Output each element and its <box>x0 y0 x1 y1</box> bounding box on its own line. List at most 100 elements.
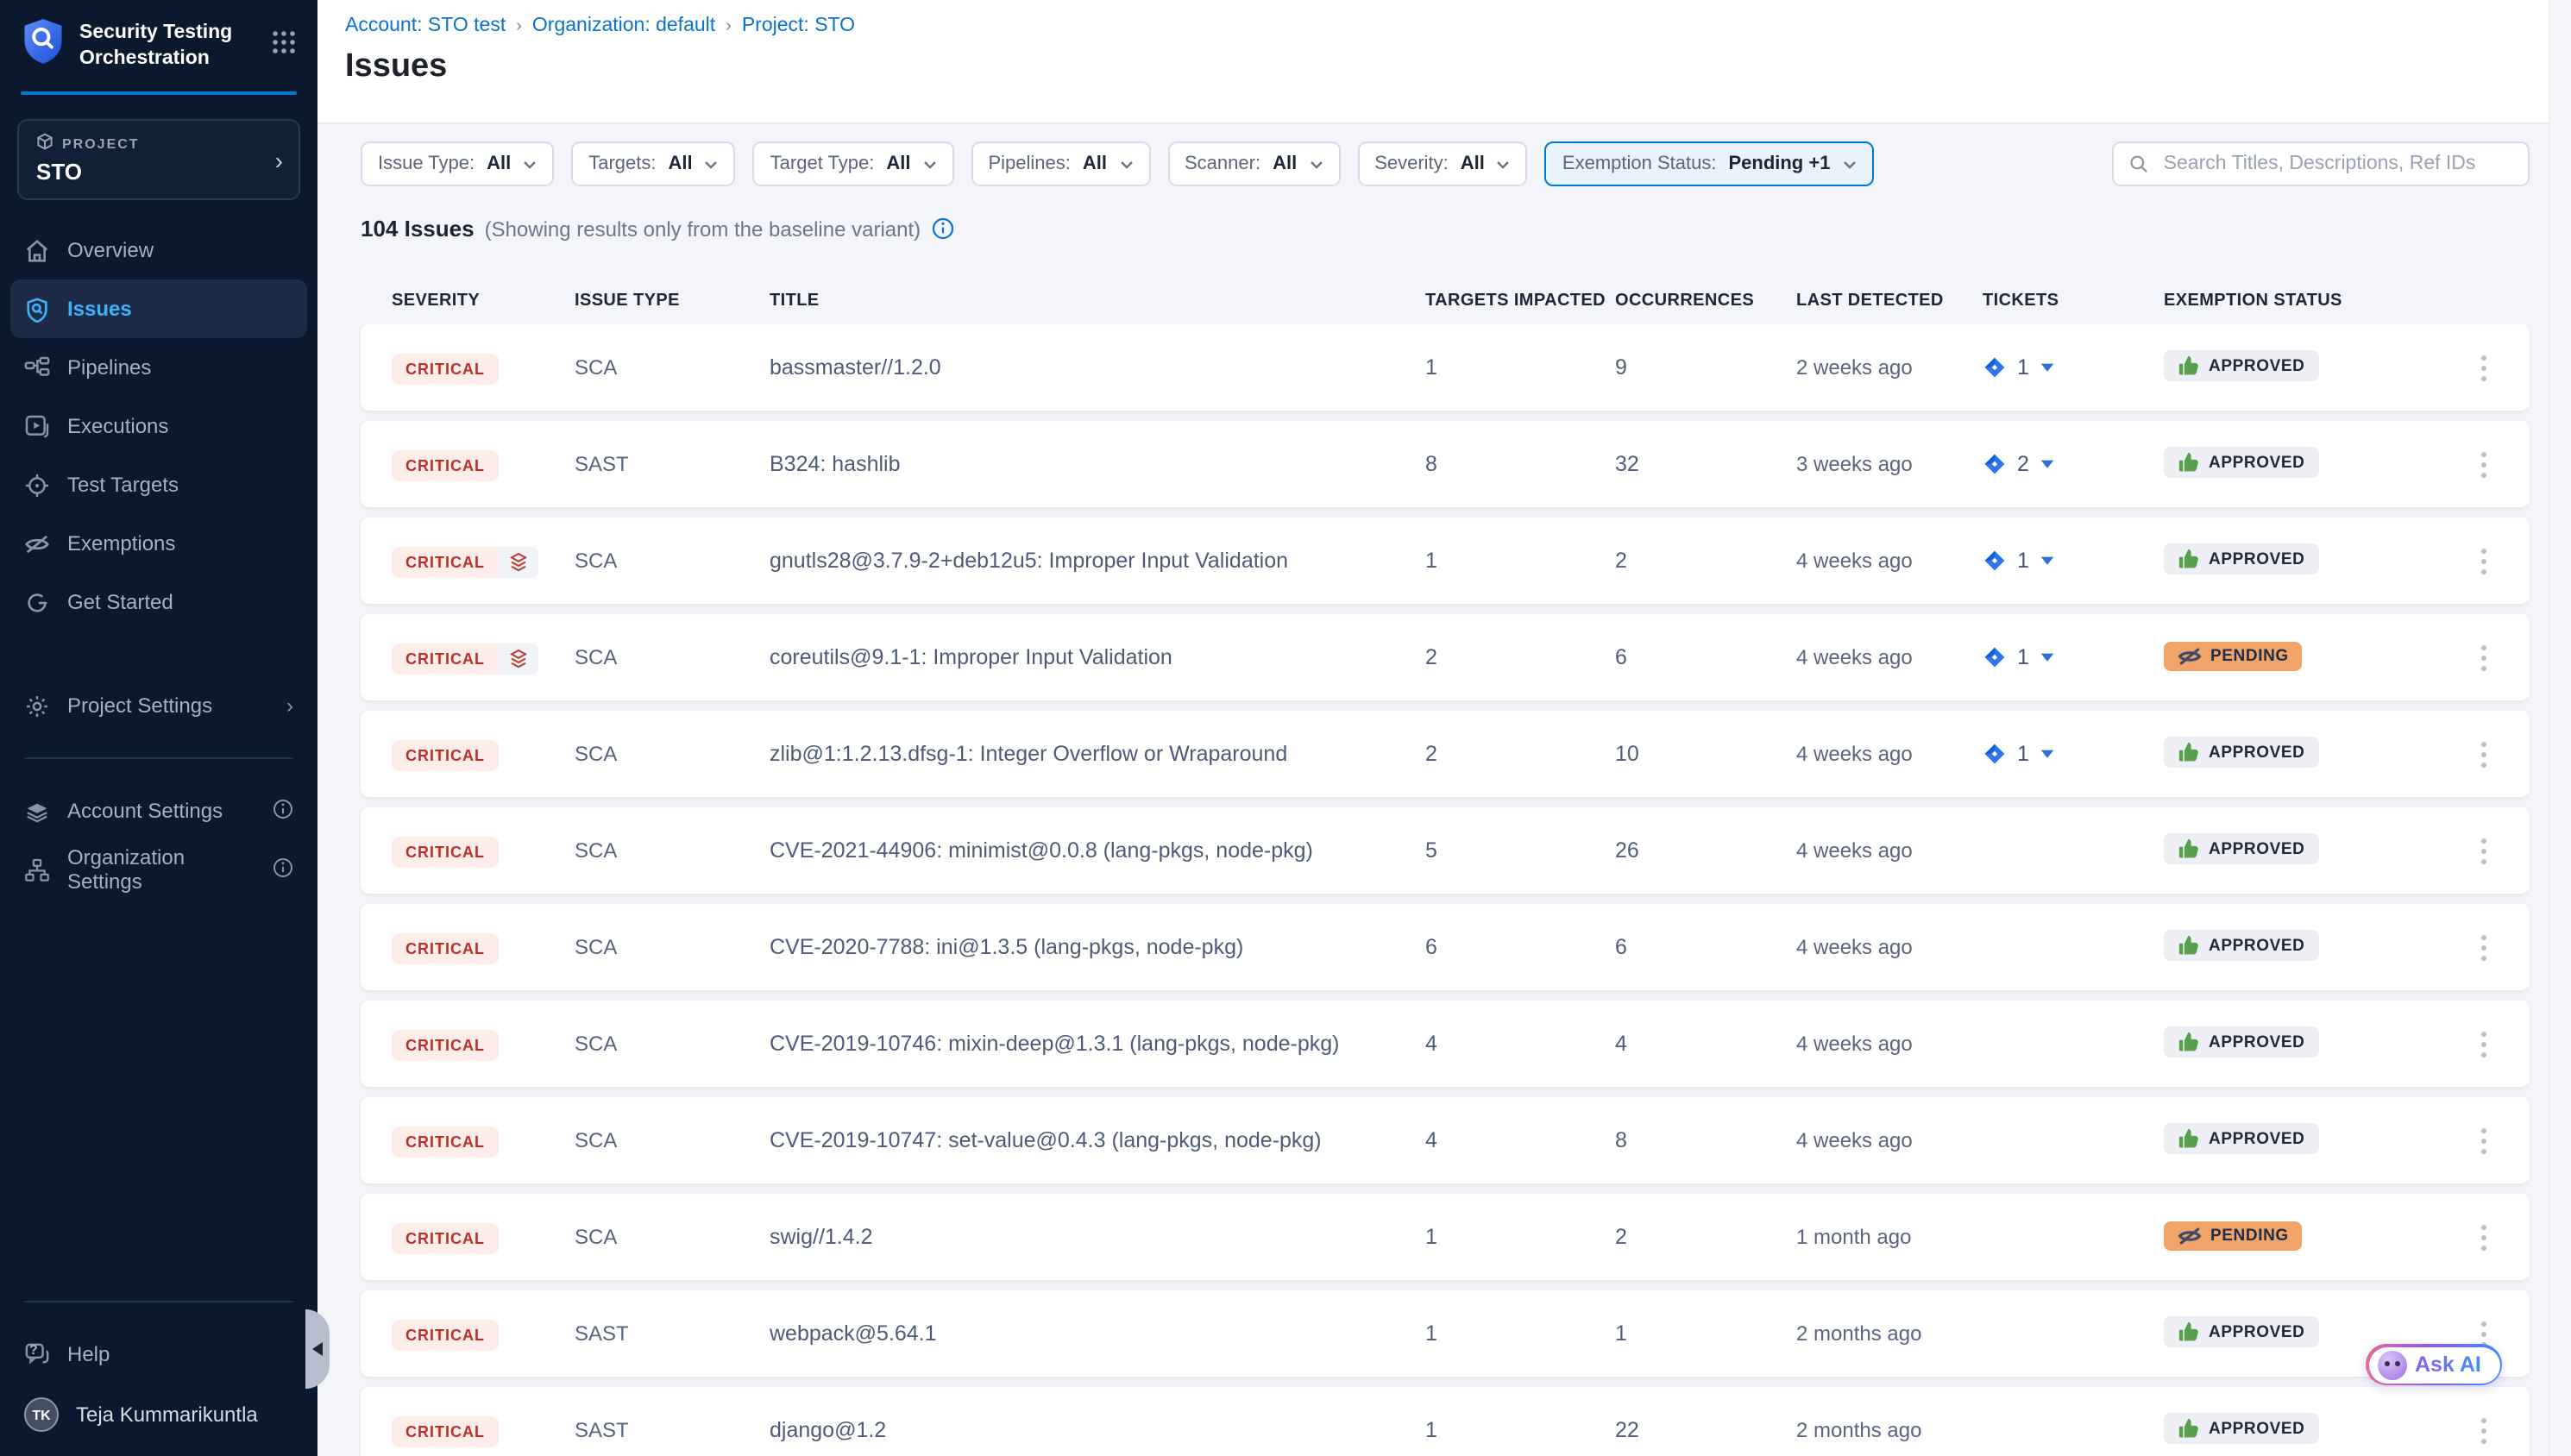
ticket-count: 1 <box>2017 645 2029 669</box>
ticket-link[interactable]: 2 <box>1983 452 2164 476</box>
table-header-row: SEVERITY ISSUE TYPE TITLE TARGETS IMPACT… <box>361 292 2530 311</box>
last-detected: 1 month ago <box>1796 1225 1983 1249</box>
row-menu-button[interactable] <box>2474 355 2492 380</box>
sidebar-item-executions[interactable]: Executions <box>0 397 317 455</box>
targets-impacted: 2 <box>1425 645 1615 669</box>
row-menu-button[interactable] <box>2474 548 2492 574</box>
sidebar-item-account-settings[interactable]: Account Settings <box>0 781 317 840</box>
sidebar-item-test-targets[interactable]: Test Targets <box>0 455 317 514</box>
sidebar-item-exemptions[interactable]: Exemptions <box>0 514 317 573</box>
page-header: Account: STO test › Organization: defaul… <box>317 0 2571 124</box>
issue-type: SAST <box>575 1418 770 1442</box>
scrollbar[interactable] <box>2549 0 2571 1456</box>
issue-title[interactable]: CVE-2019-10747: set-value@0.4.3 (lang-pk… <box>770 1128 1425 1152</box>
filter-targets[interactable]: Targets: All <box>571 141 735 186</box>
ask-ai-button[interactable]: Ask AI <box>2366 1344 2503 1385</box>
exemption-status-badge: APPROVED <box>2164 1026 2318 1057</box>
exemption-status-label: PENDING <box>2210 646 2289 665</box>
filter-issue-type[interactable]: Issue Type: All <box>361 141 554 186</box>
table-row[interactable]: CRITICAL SCA CVE-2021-44906: minimist@0.… <box>361 807 2530 894</box>
user-menu[interactable]: TK Teja Kummarikuntla <box>0 1384 317 1446</box>
table-row[interactable]: CRITICAL SAST B324: hashlib 8 32 3 weeks… <box>361 421 2530 507</box>
module-grid-icon[interactable] <box>271 28 297 63</box>
table-row[interactable]: CRITICAL SAST webpack@5.64.1 1 1 2 month… <box>361 1290 2530 1377</box>
help-button[interactable]: ? Help <box>0 1325 317 1384</box>
issue-title[interactable]: bassmaster//1.2.0 <box>770 355 1425 380</box>
row-menu-button[interactable] <box>2474 451 2492 477</box>
caret-down-icon <box>2040 555 2055 566</box>
info-icon[interactable] <box>931 217 953 240</box>
breadcrumb-separator: › <box>516 16 522 35</box>
table-row[interactable]: CRITICAL SCA gnutls28@3.7.9-2+deb12u5: I… <box>361 518 2530 604</box>
app-logo-shield-icon <box>21 17 66 74</box>
filter-label: Target Type: <box>770 154 875 174</box>
ticket-link[interactable]: 1 <box>1983 355 2164 380</box>
shield-search-icon <box>24 296 50 322</box>
row-menu-button[interactable] <box>2474 934 2492 960</box>
issue-title[interactable]: django@1.2 <box>770 1418 1425 1442</box>
sidebar-item-overview[interactable]: Overview <box>0 221 317 279</box>
issue-title[interactable]: gnutls28@3.7.9-2+deb12u5: Improper Input… <box>770 549 1425 573</box>
filter-pipelines[interactable]: Pipelines: All <box>971 141 1150 186</box>
search-box[interactable] <box>2112 141 2530 186</box>
exemption-status-label: APPROVED <box>2209 936 2304 955</box>
row-menu-button[interactable] <box>2474 741 2492 767</box>
organization-settings-icon <box>24 857 50 882</box>
targets-impacted: 4 <box>1425 1032 1615 1056</box>
row-menu-button[interactable] <box>2474 1417 2492 1443</box>
jira-ticket-icon <box>1983 549 2007 573</box>
table-row[interactable]: CRITICAL SCA swig//1.4.2 1 2 1 month ago… <box>361 1194 2530 1280</box>
main-content: Account: STO test › Organization: defaul… <box>317 0 2571 1456</box>
issue-title[interactable]: B324: hashlib <box>770 452 1425 476</box>
breadcrumb-project-link[interactable]: Project: STO <box>742 16 855 36</box>
row-menu-button[interactable] <box>2474 644 2492 670</box>
row-menu-button[interactable] <box>2474 1224 2492 1250</box>
jira-ticket-icon <box>1983 645 2007 669</box>
filter-value: Pending +1 <box>1728 154 1830 174</box>
last-detected: 4 weeks ago <box>1796 935 1983 959</box>
sidebar-item-issues[interactable]: Issues <box>10 279 307 338</box>
occurrences: 32 <box>1615 452 1796 476</box>
table-row[interactable]: CRITICAL SCA coreutils@9.1-1: Improper I… <box>361 614 2530 700</box>
issue-title[interactable]: CVE-2019-10746: mixin-deep@1.3.1 (lang-p… <box>770 1032 1425 1056</box>
table-row[interactable]: CRITICAL SCA CVE-2019-10747: set-value@0… <box>361 1097 2530 1183</box>
last-detected: 4 weeks ago <box>1796 645 1983 669</box>
ticket-link[interactable]: 1 <box>1983 549 2164 573</box>
sidebar-item-get-started[interactable]: Get Started <box>0 573 317 631</box>
breadcrumb-organization-link[interactable]: Organization: default <box>532 16 715 36</box>
table-row[interactable]: CRITICAL SCA CVE-2019-10746: mixin-deep@… <box>361 1001 2530 1087</box>
ticket-link[interactable]: 1 <box>1983 742 2164 766</box>
breadcrumb-separator: › <box>726 16 732 35</box>
table-row[interactable]: CRITICAL SCA zlib@1:1.2.13.dfsg-1: Integ… <box>361 711 2530 797</box>
sidebar-collapse-handle[interactable] <box>305 1309 330 1389</box>
issue-title[interactable]: CVE-2020-7788: ini@1.3.5 (lang-pkgs, nod… <box>770 935 1425 959</box>
issue-title[interactable]: zlib@1:1.2.13.dfsg-1: Integer Overflow o… <box>770 742 1425 766</box>
issue-title[interactable]: webpack@5.64.1 <box>770 1321 1425 1346</box>
sidebar-item-organization-settings[interactable]: Organization Settings <box>0 840 317 899</box>
filter-target-type[interactable]: Target Type: All <box>753 141 954 186</box>
search-input[interactable] <box>2160 152 2512 176</box>
breadcrumb-account-link[interactable]: Account: STO test <box>345 16 506 36</box>
row-menu-button[interactable] <box>2474 838 2492 863</box>
ticket-link[interactable]: 1 <box>1983 645 2164 669</box>
filter-scanner[interactable]: Scanner: All <box>1167 141 1340 186</box>
issue-type: SCA <box>575 838 770 863</box>
issue-title[interactable]: swig//1.4.2 <box>770 1225 1425 1249</box>
filter-severity[interactable]: Severity: All <box>1357 141 1528 186</box>
sidebar-item-label: Test Targets <box>67 473 179 497</box>
occurrences: 26 <box>1615 838 1796 863</box>
table-row[interactable]: CRITICAL SAST django@1.2 1 22 2 months a… <box>361 1387 2530 1456</box>
row-menu-button[interactable] <box>2474 1031 2492 1057</box>
table-row[interactable]: CRITICAL SCA bassmaster//1.2.0 1 9 2 wee… <box>361 324 2530 411</box>
issue-title[interactable]: CVE-2021-44906: minimist@0.0.8 (lang-pkg… <box>770 838 1425 863</box>
issue-type: SCA <box>575 355 770 380</box>
sidebar-item-pipelines[interactable]: Pipelines <box>0 338 317 397</box>
sidebar-item-project-settings[interactable]: Project Settings › <box>0 676 317 735</box>
issue-title[interactable]: coreutils@9.1-1: Improper Input Validati… <box>770 645 1425 669</box>
row-menu-button[interactable] <box>2474 1127 2492 1153</box>
caret-down-icon <box>2040 362 2055 373</box>
row-menu-button[interactable] <box>2474 1321 2492 1346</box>
filter-exemption-status[interactable]: Exemption Status: Pending +1 <box>1545 141 1874 186</box>
table-row[interactable]: CRITICAL SCA CVE-2020-7788: ini@1.3.5 (l… <box>361 904 2530 990</box>
project-selector[interactable]: PROJECT STO › <box>17 119 300 200</box>
